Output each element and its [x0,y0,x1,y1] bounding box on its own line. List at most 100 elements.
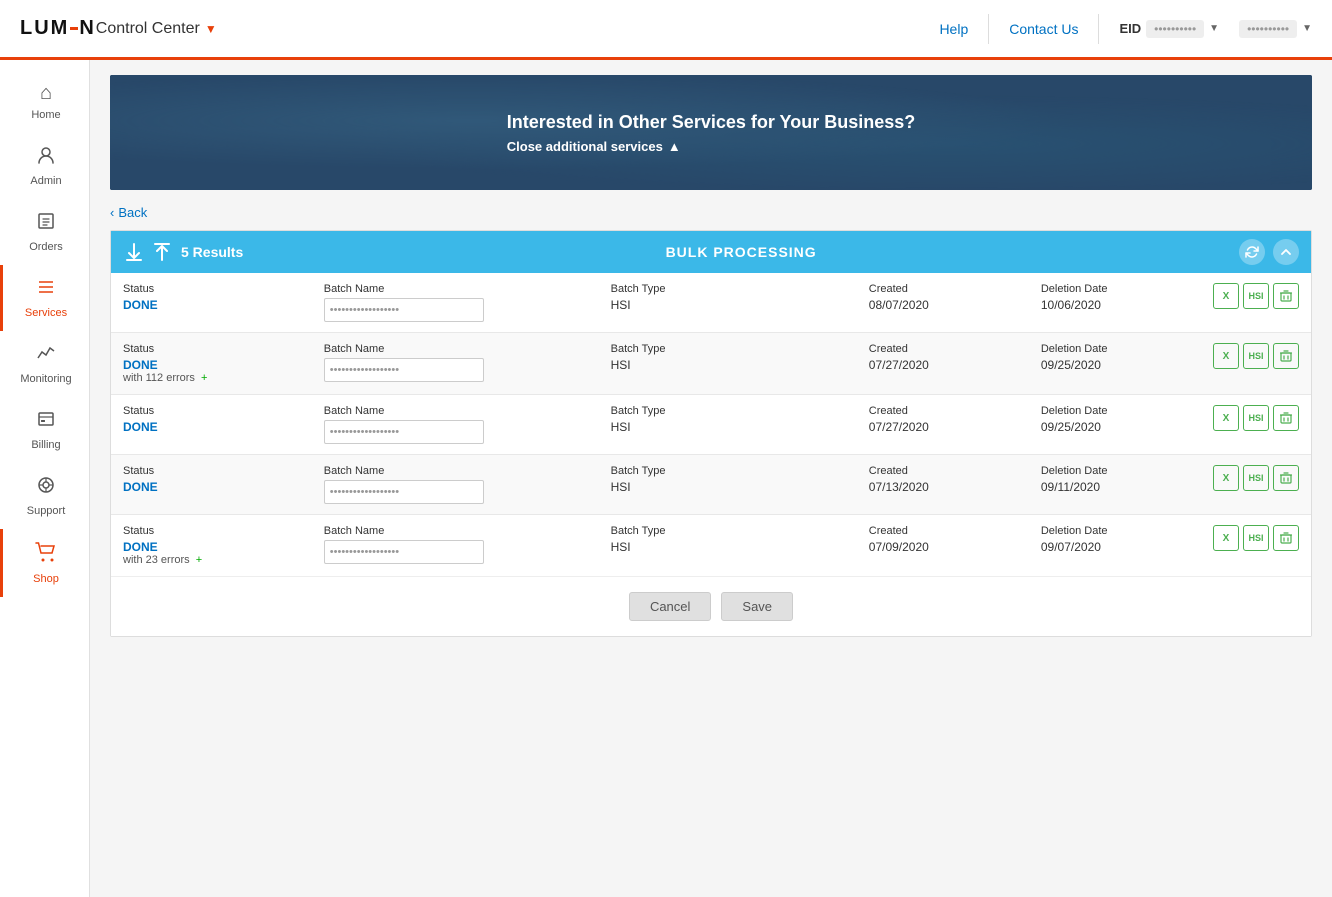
home-icon: ⌂ [40,82,52,105]
delete-button[interactable] [1273,343,1299,369]
sidebar-item-services-label: Services [25,307,67,319]
deletion-value: 10/06/2020 [1041,298,1189,312]
created-value: 07/09/2020 [869,540,1017,554]
upload-icon[interactable] [151,241,173,263]
user-chevron-icon[interactable]: ▼ [1302,23,1312,34]
batch-type-value: HSI [611,480,845,494]
error-text: with 112 errors + [123,372,300,384]
view-hsi-button[interactable]: HSI [1243,343,1269,369]
status-cell: Status DONE with 112 errors + [111,333,312,395]
delete-button[interactable] [1273,283,1299,309]
sidebar-item-shop[interactable]: Shop [0,529,89,597]
back-link[interactable]: ‹ Back [110,205,147,220]
sidebar-item-monitoring[interactable]: Monitoring [0,331,89,397]
deletion-cell: Deletion Date 09/25/2020 [1029,395,1201,455]
row-actions-cell: X HSI [1201,395,1311,455]
contact-us-link[interactable]: Contact Us [1009,21,1078,37]
status-cell: Status DONE [111,273,312,333]
refresh-button[interactable] [1239,239,1265,265]
back-label: Back [118,205,147,220]
batch-name-input[interactable] [324,480,484,504]
cancel-button[interactable]: Cancel [629,592,711,621]
back-arrow-icon: ‹ [110,205,114,220]
view-hsi-button[interactable]: HSI [1243,465,1269,491]
created-value: 07/27/2020 [869,358,1017,372]
sidebar-item-home[interactable]: ⌂ Home [0,70,89,133]
batch-name-input[interactable] [324,420,484,444]
created-label: Created [869,405,1017,417]
download-icons [123,241,173,263]
batch-name-cell: Batch Name [312,333,599,395]
batch-type-cell: Batch Type HSI [599,273,857,333]
delete-button[interactable] [1273,405,1299,431]
view-hsi-button[interactable]: HSI [1243,525,1269,551]
batch-name-label: Batch Name [324,343,587,355]
eid-value: •••••••••• [1146,20,1204,38]
export-excel-button[interactable]: X [1213,405,1239,431]
status-value: DONE [123,298,300,312]
sidebar-item-billing[interactable]: Billing [0,397,89,463]
export-excel-button[interactable]: X [1213,283,1239,309]
view-hsi-button[interactable]: HSI [1243,405,1269,431]
row-actions: X HSI [1213,283,1299,309]
control-center-label: Control Center [96,20,200,38]
deletion-label: Deletion Date [1041,525,1189,537]
created-label: Created [869,343,1017,355]
view-hsi-button[interactable]: HSI [1243,283,1269,309]
delete-button[interactable] [1273,465,1299,491]
export-excel-button[interactable]: X [1213,525,1239,551]
bulk-processing-table-container: 5 Results BULK PROCESSING [110,230,1312,637]
status-value: DONE [123,540,300,554]
table-row: Status DONE Batch Name Batch Type HSI Cr… [111,455,1311,515]
sidebar-item-shop-label: Shop [33,573,59,585]
download-icon[interactable] [123,241,145,263]
row-actions: X HSI [1213,343,1299,369]
chevron-down-icon: ▼ [205,22,217,36]
row-actions-cell: X HSI [1201,455,1311,515]
batch-type-label: Batch Type [611,465,845,477]
batch-name-cell: Batch Name [312,273,599,333]
export-excel-button[interactable]: X [1213,343,1239,369]
deletion-value: 09/25/2020 [1041,358,1189,372]
batch-type-cell: Batch Type HSI [599,455,857,515]
table-row: Status DONE with 112 errors + Batch Name… [111,333,1311,395]
close-banner-label: Close additional services [507,139,663,154]
row-actions: X HSI [1213,525,1299,551]
created-value: 07/13/2020 [869,480,1017,494]
eid-chevron-icon[interactable]: ▼ [1209,23,1219,34]
row-actions: X HSI [1213,465,1299,491]
user-value: •••••••••• [1239,20,1297,38]
deletion-label: Deletion Date [1041,405,1189,417]
sidebar-item-admin[interactable]: Admin [0,133,89,199]
expand-errors-button[interactable]: + [201,372,207,384]
batch-name-input[interactable] [324,540,484,564]
error-text: with 23 errors + [123,554,300,566]
batch-type-cell: Batch Type HSI [599,333,857,395]
top-navigation: LUMN Control Center ▼ Help Contact Us EI… [0,0,1332,60]
eid-section: EID •••••••••• ▼ [1119,20,1219,38]
sidebar-item-services[interactable]: Services [0,265,89,331]
delete-button[interactable] [1273,525,1299,551]
close-banner-button[interactable]: Close additional services ▲ [507,139,915,154]
export-excel-button[interactable]: X [1213,465,1239,491]
divider [988,14,989,44]
status-label: Status [123,283,300,295]
monitoring-icon [36,343,56,369]
sidebar-item-orders[interactable]: Orders [0,199,89,265]
batch-name-label: Batch Name [324,465,587,477]
sidebar-item-home-label: Home [31,109,60,121]
deletion-value: 09/25/2020 [1041,420,1189,434]
batch-name-input[interactable] [324,298,484,322]
save-button[interactable]: Save [721,592,793,621]
main-content: Interested in Other Services for Your Bu… [90,60,1332,897]
sidebar-item-billing-label: Billing [31,439,60,451]
batch-name-input[interactable] [324,358,484,382]
created-cell: Created 07/09/2020 [857,515,1029,577]
help-link[interactable]: Help [939,21,968,37]
eid-label: EID [1119,21,1141,36]
control-center-menu[interactable]: Control Center ▼ [96,20,217,38]
collapse-button[interactable] [1273,239,1299,265]
expand-errors-button[interactable]: + [196,554,202,566]
sidebar-item-monitoring-label: Monitoring [20,373,71,385]
sidebar-item-support[interactable]: Support [0,463,89,529]
